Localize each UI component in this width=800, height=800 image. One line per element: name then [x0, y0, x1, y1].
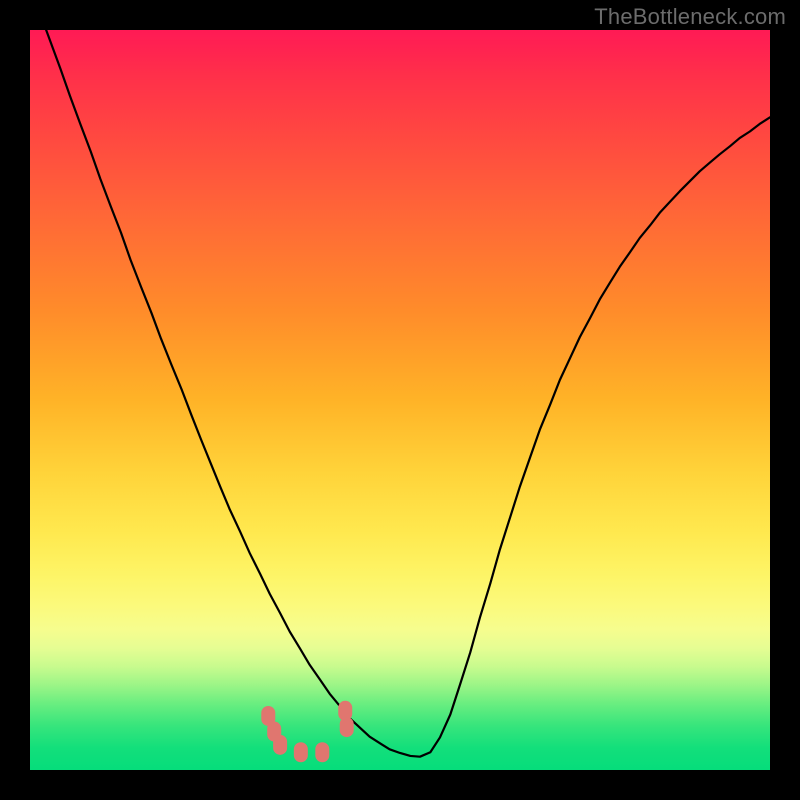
chart-frame: TheBottleneck.com [0, 0, 800, 800]
curve-marker [294, 742, 308, 762]
bottleneck-curve-svg [30, 30, 770, 770]
curve-marker [315, 742, 329, 762]
plot-area [30, 30, 770, 770]
curve-marker [340, 717, 354, 737]
marker-group [261, 701, 353, 762]
watermark-text: TheBottleneck.com [594, 4, 786, 30]
bottleneck-curve [30, 0, 770, 757]
curve-marker [273, 735, 287, 755]
